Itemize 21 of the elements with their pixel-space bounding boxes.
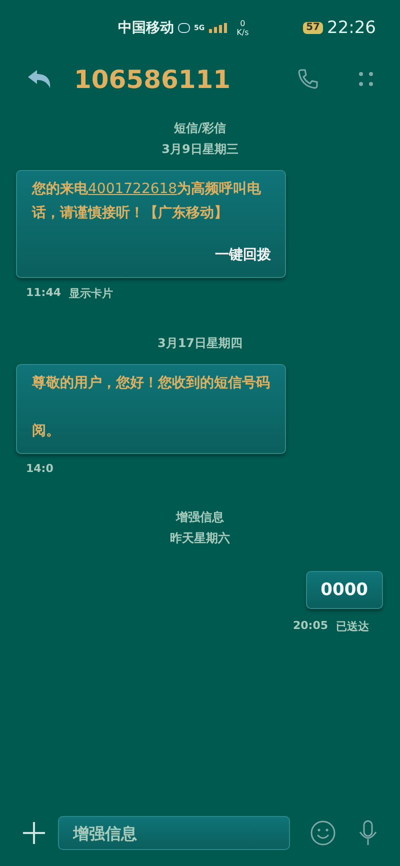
message-time: 14:0 <box>26 462 54 475</box>
date-label: 短信/彩信 <box>174 120 226 137</box>
show-card-link[interactable]: 显示卡片 <box>69 286 114 301</box>
speed-unit: K/s <box>236 28 249 37</box>
message-text: 尊敬的用户，您好！您收到的短信号码 <box>32 374 271 393</box>
clock: 22:26 <box>327 18 376 38</box>
message-text: 您的来电4001722618为高频呼叫电话，请谨慎接听！【广东移动】 <box>32 180 262 223</box>
speed-value: 0 <box>240 19 246 28</box>
callback-link[interactable]: 一键回拨 <box>32 243 271 267</box>
contact-number: 106586111 <box>74 64 232 94</box>
date-label: 3月9日星期三 <box>162 141 238 158</box>
carrier-name: 中国移动 <box>118 19 174 37</box>
message-time: 11:44 <box>26 286 62 301</box>
date-label: 增强信息 <box>176 509 224 526</box>
date-label: 3月17日星期四 <box>157 335 243 352</box>
delivery-status: 已送达 <box>336 619 369 634</box>
message-time: 20:05 <box>292 619 328 634</box>
message-text: 阅。 <box>32 422 61 441</box>
date-label: 昨天星期六 <box>170 530 230 547</box>
message-bubble: 0000 <box>306 571 383 609</box>
battery-level: 57 <box>303 22 323 34</box>
